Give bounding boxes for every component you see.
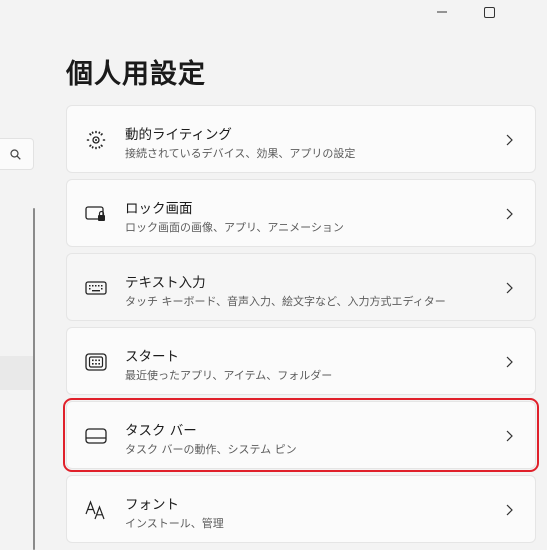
minimize-icon [437, 11, 447, 13]
dynamic-lighting-icon [86, 130, 106, 150]
navigation-pane [0, 0, 45, 550]
setting-description: インストール、管理 [125, 517, 224, 530]
nav-item-selected[interactable] [0, 356, 34, 390]
scrollbar[interactable] [33, 208, 35, 550]
fonts-icon [85, 500, 105, 520]
setting-dynamic-lighting[interactable]: 動的ライティング 接続されているデバイス、効果、アプリの設定 [66, 105, 536, 173]
maximize-icon [483, 6, 495, 18]
chevron-right-icon [506, 504, 513, 516]
setting-description: ロック画面の画像、アプリ、アニメーション [125, 221, 344, 234]
setting-title: 動的ライティング [125, 127, 232, 143]
setting-title: テキスト入力 [125, 275, 206, 291]
setting-fonts[interactable]: フォント インストール、管理 [66, 475, 536, 543]
chevron-right-icon [506, 282, 513, 294]
setting-description: タスク バーの動作、システム ピン [125, 443, 297, 456]
chevron-right-icon [506, 134, 513, 146]
setting-description: 接続されているデバイス、効果、アプリの設定 [125, 147, 356, 160]
setting-start[interactable]: スタート 最近使ったアプリ、アイテム、フォルダー [66, 327, 536, 395]
setting-text-input[interactable]: テキスト入力 タッチ キーボード、音声入力、絵文字など、入力方式エディター [66, 253, 536, 321]
settings-list: 動的ライティング 接続されているデバイス、効果、アプリの設定 ロック画面 ロック… [63, 105, 539, 549]
setting-title: フォント [125, 497, 179, 513]
setting-title: タスク バー [125, 423, 197, 439]
setting-taskbar[interactable]: タスク バー タスク バーの動作、システム ピン [63, 398, 539, 472]
maximize-button[interactable] [466, 0, 512, 24]
keyboard-icon [85, 281, 107, 295]
setting-description: タッチ キーボード、音声入力、絵文字など、入力方式エディター [125, 295, 446, 308]
search-button[interactable] [0, 138, 34, 170]
start-icon [85, 353, 107, 371]
chevron-right-icon [506, 208, 513, 220]
setting-description: 最近使ったアプリ、アイテム、フォルダー [125, 369, 333, 382]
chevron-right-icon [506, 430, 513, 442]
page-title: 個人用設定 [66, 59, 206, 90]
lock-screen-icon [85, 206, 105, 221]
minimize-button[interactable] [419, 0, 465, 24]
setting-lock-screen[interactable]: ロック画面 ロック画面の画像、アプリ、アニメーション [66, 179, 536, 247]
chevron-right-icon [506, 356, 513, 368]
search-icon [10, 149, 21, 160]
setting-title: ロック画面 [125, 201, 193, 217]
setting-title: スタート [125, 349, 179, 365]
taskbar-icon [85, 428, 107, 444]
